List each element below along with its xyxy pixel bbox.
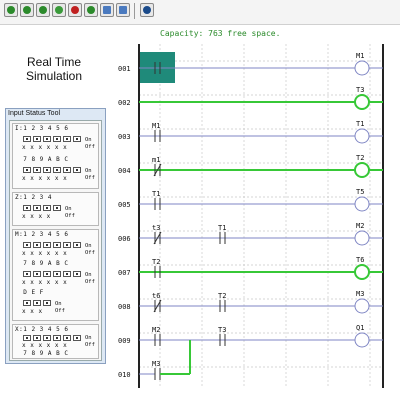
coil-label: T2 bbox=[356, 154, 364, 162]
rung-number: 001 bbox=[118, 65, 131, 73]
rung-number: 005 bbox=[118, 201, 131, 209]
output-coil bbox=[354, 230, 370, 246]
contact-label: t3 bbox=[152, 224, 160, 232]
rung-number: 008 bbox=[118, 303, 131, 311]
output-coil bbox=[354, 264, 370, 280]
contact-label: M2 bbox=[152, 326, 160, 334]
output-coil bbox=[354, 94, 370, 110]
output-coil bbox=[354, 162, 370, 178]
rung-number: 003 bbox=[118, 133, 131, 141]
contact-label: T1 bbox=[152, 190, 160, 198]
contact-label: m1 bbox=[152, 156, 160, 164]
coil-label: M1 bbox=[356, 52, 364, 60]
contact-label: M3 bbox=[152, 360, 160, 368]
contact-label: M1 bbox=[152, 122, 160, 130]
ladder-diagram: 001 M1 002 T3 003 M1 T1 004 m1 T2 005 T1 T5 006 t3 T1 M2… bbox=[118, 44, 384, 388]
contact-label: t6 bbox=[152, 292, 160, 300]
coil-label: Q1 bbox=[356, 324, 364, 332]
contact-label: T3 bbox=[218, 326, 226, 334]
rung-number: 007 bbox=[118, 269, 131, 277]
coil-label: T1 bbox=[356, 120, 364, 128]
output-coil bbox=[354, 332, 370, 348]
contact-label: T2 bbox=[152, 258, 160, 266]
contact-label: T2 bbox=[218, 292, 226, 300]
rung-number: 010 bbox=[118, 371, 131, 379]
rung-number: 006 bbox=[118, 235, 131, 243]
output-coil bbox=[354, 298, 370, 314]
coil-label: T6 bbox=[356, 256, 364, 264]
output-coil bbox=[354, 60, 370, 76]
rung-number: 009 bbox=[118, 337, 131, 345]
coil-label: T3 bbox=[356, 86, 364, 94]
output-coil bbox=[354, 128, 370, 144]
coil-label: M2 bbox=[356, 222, 364, 230]
rung-number: 004 bbox=[118, 167, 131, 175]
rung-number: 002 bbox=[118, 99, 131, 107]
contact-label: T1 bbox=[218, 224, 226, 232]
output-coil bbox=[354, 196, 370, 212]
coil-label: M3 bbox=[356, 290, 364, 298]
coil-label: T5 bbox=[356, 188, 364, 196]
